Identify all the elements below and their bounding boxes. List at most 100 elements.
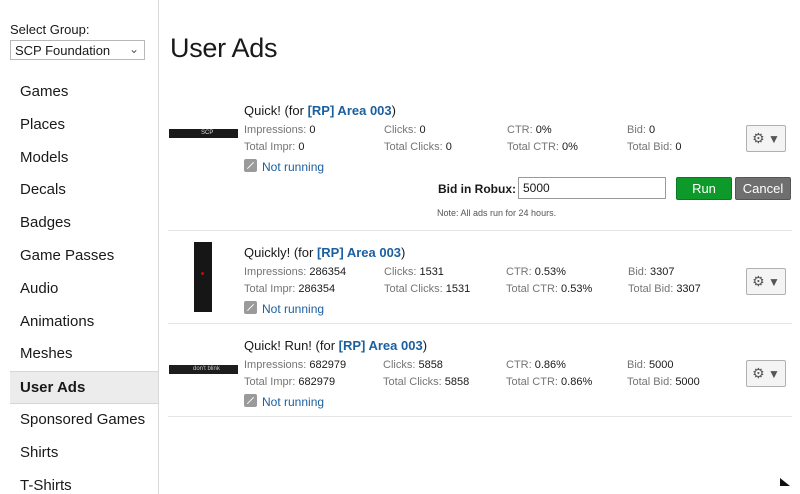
ad-thumbnail-text: don't blink [193, 366, 220, 372]
caret-down-icon: ▼ [768, 367, 780, 381]
total-impr-stat: Total Impr: 682979 [244, 376, 335, 388]
clicks-value: 0 [419, 124, 426, 136]
clicks-stat: Clicks: 5858 [383, 359, 443, 371]
impressions-value: 286354 [309, 266, 347, 278]
ad-name-prefix: Quick! Run! (for [244, 338, 339, 353]
clicks-label: Clicks: [384, 124, 417, 136]
total-bid-value: 5000 [675, 376, 700, 388]
total-clicks-value: 5858 [444, 376, 470, 388]
ad-status[interactable]: Not running [244, 394, 324, 409]
ctr-label: CTR: [506, 266, 532, 278]
total-bid-label: Total Bid: [628, 283, 674, 295]
bid-input[interactable] [518, 177, 666, 199]
gear-icon: ⚙ [752, 365, 765, 381]
ad-thumbnail-text: SCP [201, 130, 214, 136]
chevron-down-icon: ⌄ [128, 42, 139, 56]
ad-status[interactable]: Not running [244, 159, 324, 174]
total-ctr-label: Total CTR: [506, 376, 558, 388]
ad-thumbnail[interactable] [194, 242, 212, 312]
total-bid-label: Total Bid: [627, 141, 673, 153]
sidebar-item-models[interactable]: Models [10, 142, 158, 175]
impressions-value: 0 [309, 124, 316, 136]
ad-place-link[interactable]: [RP] Area 003 [308, 103, 392, 118]
impressions-label: Impressions: [244, 359, 307, 371]
ad-thumbnail-eye [201, 272, 204, 275]
total-clicks-stat: Total Clicks: 0 [384, 141, 452, 153]
ad-name-prefix: Quick! (for [244, 103, 308, 118]
sidebar-item-games[interactable]: Games [10, 76, 158, 109]
group-select[interactable]: SCP Foundation ⌄ [10, 40, 145, 60]
run-button[interactable]: Run [676, 177, 732, 200]
total-ctr-label: Total CTR: [507, 141, 559, 153]
sidebar-item-meshes[interactable]: Meshes [10, 338, 158, 371]
clicks-stat: Clicks: 1531 [384, 266, 444, 278]
total-ctr-value: 0% [562, 141, 578, 153]
not-running-icon [244, 301, 257, 314]
bid-value: 0 [649, 124, 656, 136]
ad-settings-button[interactable]: ⚙ ▼ [746, 268, 786, 295]
sidebar-item-badges[interactable]: Badges [10, 207, 158, 240]
caret-down-icon: ▼ [768, 275, 780, 289]
ad-place-link[interactable]: [RP] Area 003 [339, 338, 423, 353]
sidebar-item-game-passes[interactable]: Game Passes [10, 240, 158, 273]
ad-row: SCP Quick! (for [RP] Area 003) Impressio… [168, 98, 792, 231]
ctr-value: 0.86% [534, 359, 566, 371]
cancel-button[interactable]: Cancel [735, 177, 791, 200]
clicks-label: Clicks: [384, 266, 417, 278]
total-ctr-label: Total CTR: [506, 283, 558, 295]
sidebar-item-audio[interactable]: Audio [10, 273, 158, 306]
impressions-label: Impressions: [244, 124, 307, 136]
ad-place-link[interactable]: [RP] Area 003 [317, 245, 401, 260]
total-impr-value: 682979 [298, 376, 336, 388]
total-ctr-stat: Total CTR: 0.86% [506, 376, 592, 388]
ctr-stat: CTR: 0.86% [506, 359, 566, 371]
bid-value: 5000 [649, 359, 674, 371]
total-impr-value: 0 [298, 141, 305, 153]
ad-thumbnail[interactable]: don't blink [169, 365, 238, 374]
bid-stat: Bid: 0 [627, 124, 655, 136]
sidebar-item-sponsored-games[interactable]: Sponsored Games [10, 404, 158, 437]
ad-thumbnail[interactable]: SCP [169, 129, 238, 138]
ctr-label: CTR: [506, 359, 532, 371]
sidebar-item-t-shirts[interactable]: T-Shirts [10, 470, 158, 494]
impressions-stat: Impressions: 682979 [244, 359, 346, 371]
total-bid-value: 0 [675, 141, 682, 153]
ctr-label: CTR: [507, 124, 533, 136]
total-ctr-stat: Total CTR: 0.53% [506, 283, 592, 295]
ctr-stat: CTR: 0% [507, 124, 552, 136]
total-ctr-value: 0.53% [561, 283, 593, 295]
total-bid-label: Total Bid: [627, 376, 673, 388]
ad-status-text: Not running [262, 160, 325, 174]
bid-label: Bid: [627, 359, 646, 371]
bid-stat: Bid: 3307 [628, 266, 675, 278]
ad-settings-button[interactable]: ⚙ ▼ [746, 125, 786, 152]
clicks-value: 1531 [419, 266, 444, 278]
bid-in-robux-label: Bid in Robux: [438, 182, 516, 196]
total-impr-stat: Total Impr: 0 [244, 141, 305, 153]
caret-down-icon: ▼ [768, 132, 780, 146]
sidebar-item-shirts[interactable]: Shirts [10, 437, 158, 470]
ad-name: Quick! (for [RP] Area 003) [244, 103, 396, 118]
ctr-value: 0.53% [534, 266, 566, 278]
ad-status-text: Not running [262, 395, 325, 409]
sidebar-item-places[interactable]: Places [10, 109, 158, 142]
total-ctr-value: 0.86% [561, 376, 593, 388]
total-clicks-value: 0 [445, 141, 452, 153]
total-clicks-label: Total Clicks: [383, 376, 442, 388]
ad-status[interactable]: Not running [244, 301, 324, 316]
impressions-value: 682979 [309, 359, 347, 371]
total-bid-value: 3307 [676, 283, 701, 295]
total-impr-label: Total Impr: [244, 283, 296, 295]
total-impr-label: Total Impr: [244, 376, 296, 388]
gear-icon: ⚙ [752, 130, 765, 146]
group-select-value: SCP Foundation [15, 43, 111, 58]
sidebar-item-user-ads[interactable]: User Ads [10, 371, 158, 404]
ad-name-prefix: Quickly! (for [244, 245, 317, 260]
sidebar-item-decals[interactable]: Decals [10, 174, 158, 207]
sidebar-item-animations[interactable]: Animations [10, 306, 158, 339]
clicks-value: 5858 [418, 359, 443, 371]
total-impr-value: 286354 [298, 283, 336, 295]
ad-name: Quickly! (for [RP] Area 003) [244, 245, 405, 260]
ad-settings-button[interactable]: ⚙ ▼ [746, 360, 786, 387]
ad-row: don't blink Quick! Run! (for [RP] Area 0… [168, 325, 792, 417]
